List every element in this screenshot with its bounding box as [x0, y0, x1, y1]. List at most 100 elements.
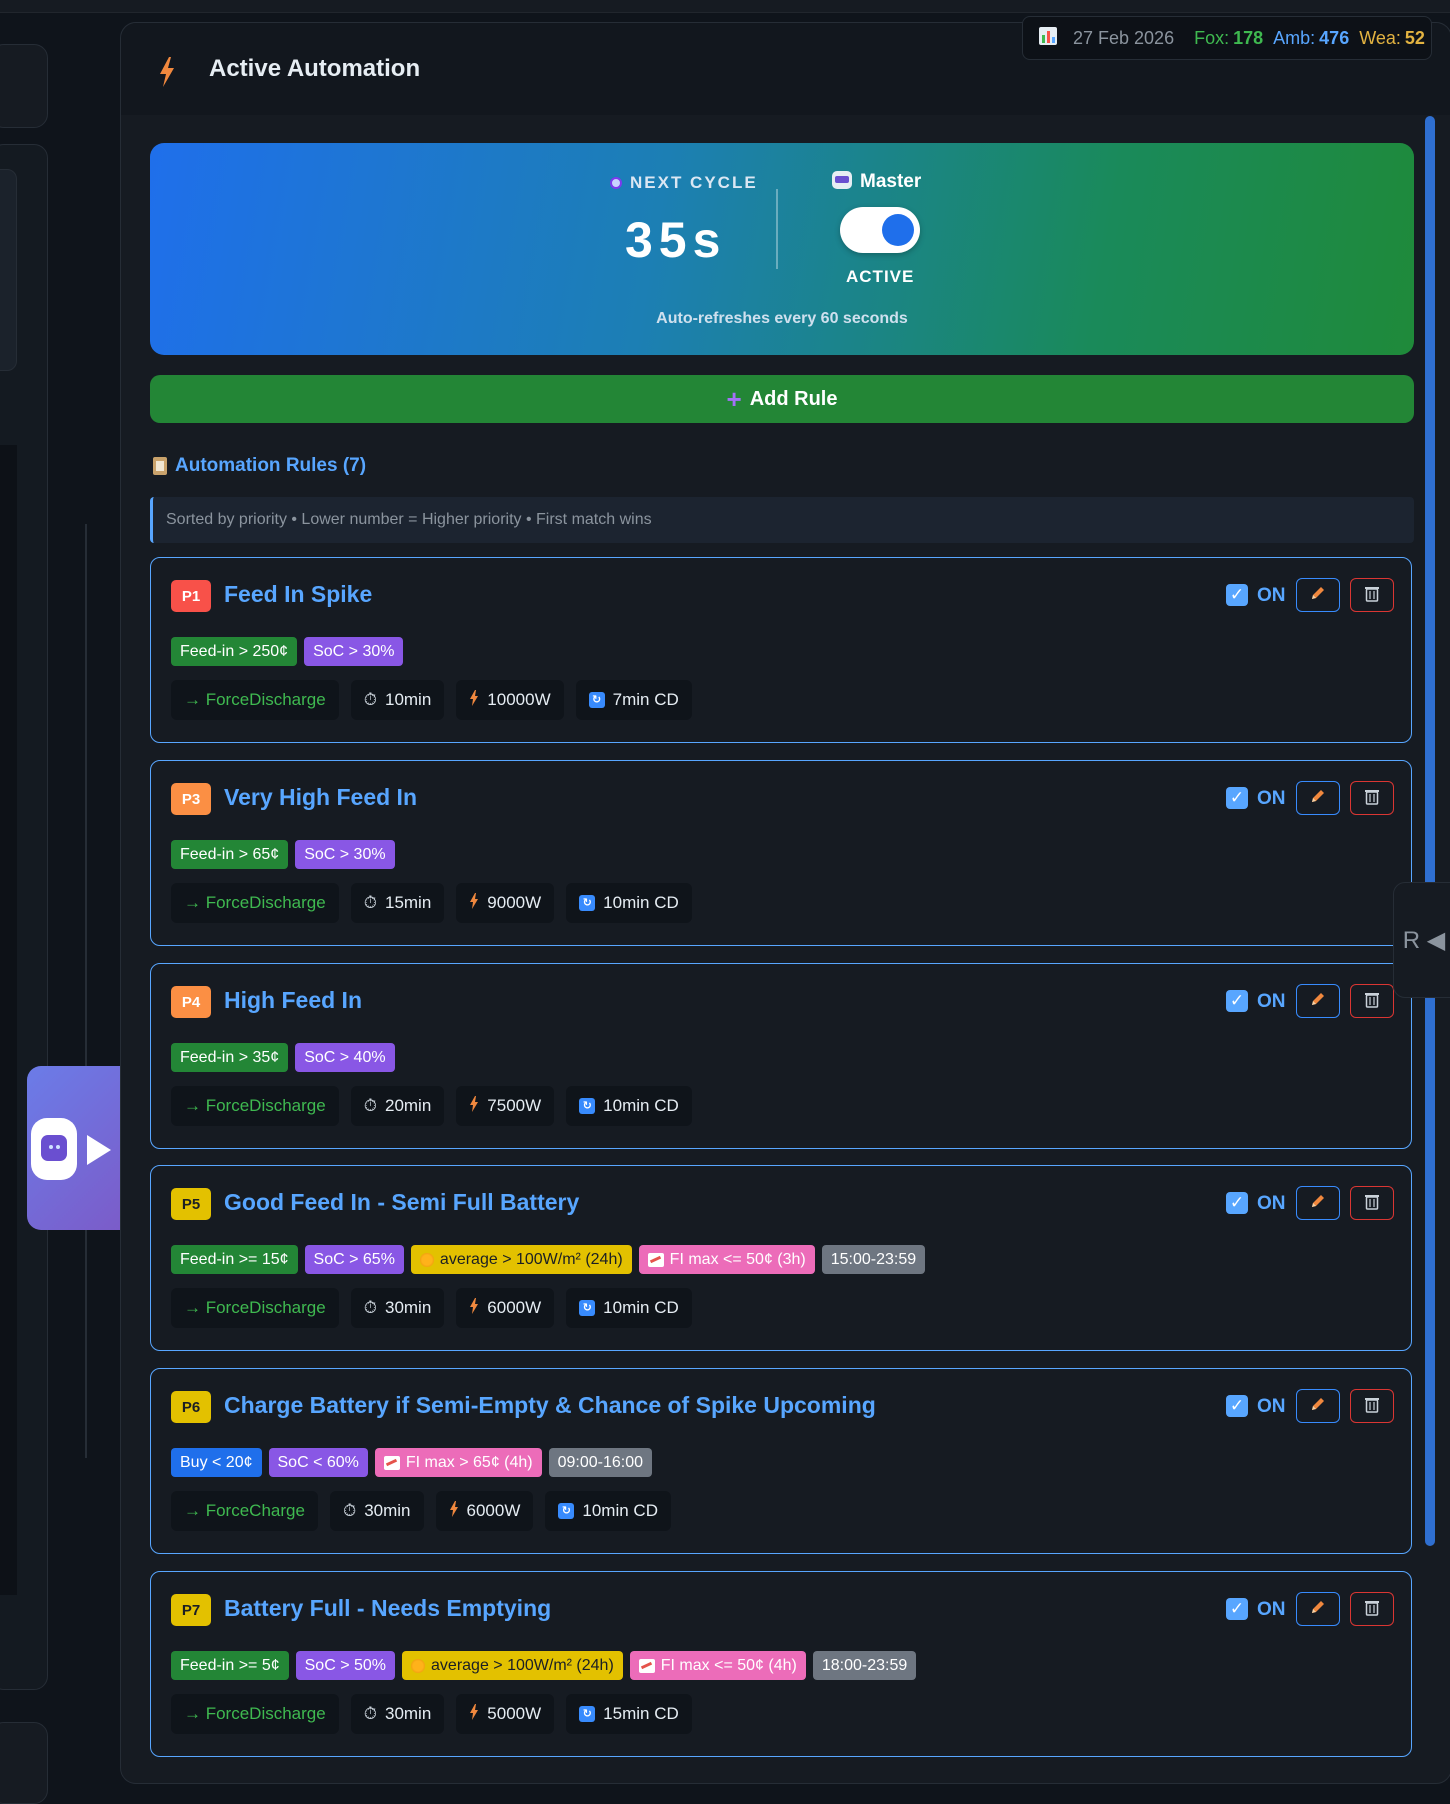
- rule-card: P5 Good Feed In - Semi Full Battery ✓ ON Fee…: [150, 1165, 1412, 1351]
- condition-text: average > 100W/m² (24h): [439, 1250, 623, 1268]
- duration-text: 30min: [384, 1704, 432, 1723]
- bolt-icon: [469, 892, 479, 914]
- delete-button[interactable]: [1350, 1592, 1394, 1626]
- condition-tag: SoC > 30%: [304, 637, 404, 666]
- cooldown-chip: ↻ 10min CD: [566, 883, 692, 923]
- page-title: Active Automation: [209, 55, 421, 82]
- cooldown-chip: ↻ 10min CD: [566, 1288, 692, 1328]
- condition-tag: Feed-in > 65¢: [171, 840, 289, 869]
- enabled-label: ON: [1257, 788, 1286, 809]
- right-drawer-label: R ◀: [1402, 926, 1446, 954]
- action-mode: → ForceDischarge: [171, 1288, 339, 1328]
- condition-text: Feed-in > 250¢: [180, 642, 289, 660]
- condition-text: SoC > 50%: [304, 1656, 387, 1674]
- enabled-checkbox[interactable]: ✓: [1226, 990, 1248, 1012]
- duration-chip: ⏱ 10min: [350, 680, 445, 720]
- condition-tag: FI max > 65¢ (4h): [374, 1448, 542, 1477]
- delete-button[interactable]: [1350, 1186, 1394, 1220]
- assistant-tab[interactable]: [27, 1066, 120, 1230]
- timer-icon: ⏱: [342, 1501, 357, 1520]
- condition-text: average > 100W/m² (24h): [431, 1656, 614, 1674]
- condition-text: Buy < 20¢: [180, 1453, 253, 1471]
- bolt-icon: [469, 1095, 479, 1117]
- power-chip: 7500W: [456, 1086, 555, 1126]
- rule-card: P4 High Feed In ✓ ON Feed-in > 35¢ SoC > 40% →…: [150, 963, 1412, 1149]
- enabled-checkbox[interactable]: ✓: [1226, 584, 1248, 606]
- power-text: 6000W: [487, 1298, 542, 1317]
- condition-tag: 09:00-16:00: [548, 1448, 653, 1477]
- delete-button[interactable]: [1350, 984, 1394, 1018]
- right-drawer-tab[interactable]: R ◀: [1393, 882, 1450, 998]
- rules-header-text: Automation Rules (7): [175, 455, 367, 476]
- priority-badge: P4: [171, 986, 211, 1018]
- enabled-checkbox[interactable]: ✓: [1226, 787, 1248, 809]
- pencil-icon: [1309, 990, 1327, 1013]
- power-chip: 6000W: [456, 1288, 555, 1328]
- pencil-icon: [1309, 1395, 1327, 1418]
- chart-icon: [1039, 26, 1057, 50]
- enabled-checkbox[interactable]: ✓: [1226, 1598, 1248, 1620]
- hero-divider: [776, 189, 778, 269]
- duration-text: 20min: [384, 1096, 432, 1115]
- delete-button[interactable]: [1350, 578, 1394, 612]
- next-cycle-label: NEXT CYCLE: [610, 173, 758, 193]
- edit-button[interactable]: [1296, 1389, 1340, 1423]
- condition-tag: Feed-in >= 5¢: [171, 1651, 289, 1680]
- add-rule-label: Add Rule: [749, 387, 838, 410]
- condition-text: Feed-in >= 5¢: [180, 1656, 280, 1674]
- condition-text: Feed-in > 65¢: [180, 845, 280, 863]
- rule-title: Very High Feed In: [224, 784, 417, 810]
- priority-badge: P1: [171, 580, 211, 612]
- condition-tag: 15:00-23:59: [821, 1245, 926, 1274]
- refresh-note: Auto-refreshes every 60 seconds: [656, 310, 908, 327]
- timer-icon: ⏱: [363, 690, 377, 709]
- enabled-checkbox[interactable]: ✓: [1226, 1192, 1248, 1214]
- enabled-checkbox[interactable]: ✓: [1226, 1395, 1248, 1417]
- divider: [85, 524, 87, 1458]
- rule-title: Feed In Spike: [224, 581, 373, 607]
- rule-card: P6 Charge Battery if Semi-Empty & Chance …: [150, 1368, 1412, 1554]
- cooldown-text: 10min CD: [603, 1096, 679, 1115]
- rules-header: Automation Rules (7): [153, 455, 366, 477]
- pencil-icon: [1309, 787, 1327, 810]
- refresh-icon: ↻: [558, 1503, 575, 1519]
- edit-button[interactable]: [1296, 1186, 1340, 1220]
- edit-button[interactable]: [1296, 1592, 1340, 1626]
- scrollbar[interactable]: [1425, 116, 1435, 1546]
- pencil-icon: [1309, 1598, 1327, 1621]
- edit-button[interactable]: [1296, 984, 1340, 1018]
- rule-title: Good Feed In - Semi Full Battery: [224, 1189, 580, 1215]
- enabled-label: ON: [1257, 991, 1286, 1012]
- master-label: Master: [832, 171, 921, 193]
- rule-card: P3 Very High Feed In ✓ ON Feed-in > 65¢ SoC >…: [150, 760, 1412, 946]
- info-text: Sorted by priority • Lower number = High…: [166, 511, 652, 528]
- rule-card: P7 Battery Full - Needs Emptying ✓ ON Feed-i…: [150, 1571, 1412, 1757]
- cooldown-text: 10min CD: [582, 1501, 658, 1520]
- power-text: 9000W: [487, 893, 542, 912]
- timer-icon: ⏱: [363, 1298, 377, 1317]
- bolt-icon: [469, 1703, 479, 1725]
- power-text: 6000W: [466, 1501, 521, 1520]
- action-chips: → ForceDischarge ⏱ 30min 6000W ↻ 10min CD: [171, 1288, 692, 1328]
- condition-tag: Feed-in > 35¢: [171, 1043, 289, 1072]
- power-chip: 6000W: [435, 1491, 534, 1531]
- cooldown-chip: ↻ 7min CD: [575, 680, 692, 720]
- trash-icon: [1364, 1598, 1380, 1621]
- master-toggle[interactable]: [840, 207, 920, 253]
- condition-text: 18:00-23:59: [821, 1656, 908, 1674]
- edit-button[interactable]: [1296, 578, 1340, 612]
- add-rule-button[interactable]: + Add Rule: [150, 375, 1414, 423]
- refresh-icon: ↻: [579, 1300, 596, 1316]
- condition-text: 09:00-16:00: [557, 1453, 644, 1471]
- timer-icon: ⏱: [363, 893, 377, 912]
- amb-value: 476: [1319, 27, 1350, 48]
- left-panel-top: [0, 44, 48, 128]
- power-chip: 9000W: [456, 883, 555, 923]
- delete-button[interactable]: [1350, 781, 1394, 815]
- duration-chip: ⏱ 15min: [350, 883, 445, 923]
- action-chips: → ForceDischarge ⏱ 30min 5000W ↻ 15min CD: [171, 1694, 692, 1734]
- condition-text: SoC > 30%: [304, 845, 386, 863]
- edit-button[interactable]: [1296, 781, 1340, 815]
- condition-tags: Buy < 20¢ SoC < 60% FI max > 65¢ (4h) 09:00…: [171, 1448, 653, 1477]
- delete-button[interactable]: [1350, 1389, 1394, 1423]
